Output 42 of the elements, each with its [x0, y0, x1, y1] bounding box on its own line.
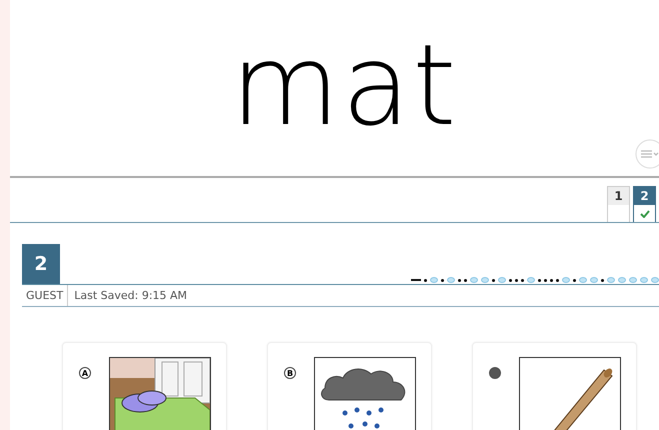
progress-marker[interactable]	[590, 277, 598, 283]
progress-marker[interactable]	[441, 278, 444, 282]
progress-marker[interactable]	[640, 277, 648, 283]
progress-marker[interactable]	[618, 277, 626, 283]
answer-radio[interactable]	[489, 367, 501, 379]
progress-marker[interactable]	[424, 278, 427, 282]
answer-card[interactable]	[472, 342, 637, 430]
progress-marker[interactable]	[411, 279, 421, 281]
progress-marker[interactable]	[651, 277, 659, 283]
title-word: mat	[230, 30, 458, 153]
progress-marker[interactable]	[579, 277, 587, 283]
progress-marker[interactable]	[521, 278, 524, 282]
progress-marker[interactable]	[509, 278, 512, 282]
progress-marker[interactable]	[601, 278, 604, 282]
progress-marker[interactable]	[527, 277, 535, 283]
progress-marker[interactable]	[481, 277, 489, 283]
progress-marker[interactable]	[607, 277, 615, 283]
progress-marker[interactable]	[498, 277, 506, 283]
user-label: GUEST	[22, 285, 68, 306]
answer-card[interactable]: B	[267, 342, 432, 430]
last-saved-text: Last Saved: 9:15 AM	[73, 289, 188, 302]
progress-marker[interactable]	[538, 278, 541, 282]
progress-marker[interactable]	[573, 278, 576, 282]
progress-marker[interactable]	[550, 278, 553, 282]
answer-card[interactable]: A	[62, 342, 227, 430]
progress-marker[interactable]	[562, 277, 570, 283]
progress-marker[interactable]	[556, 278, 559, 282]
progress-marker[interactable]	[430, 277, 438, 283]
progress-marker[interactable]	[464, 278, 467, 282]
option-letter[interactable]: A	[79, 367, 91, 379]
option-letter[interactable]: B	[284, 367, 296, 379]
progress-marker[interactable]	[458, 278, 461, 282]
progress-marker[interactable]	[492, 278, 495, 282]
progress-marker[interactable]	[470, 277, 478, 283]
page-tab[interactable]: 2	[633, 186, 656, 222]
progress-marker[interactable]	[544, 278, 547, 282]
progress-marker[interactable]	[629, 277, 637, 283]
question-number: 2	[22, 244, 60, 284]
page-tab[interactable]: 1	[607, 186, 630, 222]
progress-marker[interactable]	[447, 277, 455, 283]
progress-marker[interactable]	[515, 278, 518, 282]
check-icon	[640, 210, 650, 218]
